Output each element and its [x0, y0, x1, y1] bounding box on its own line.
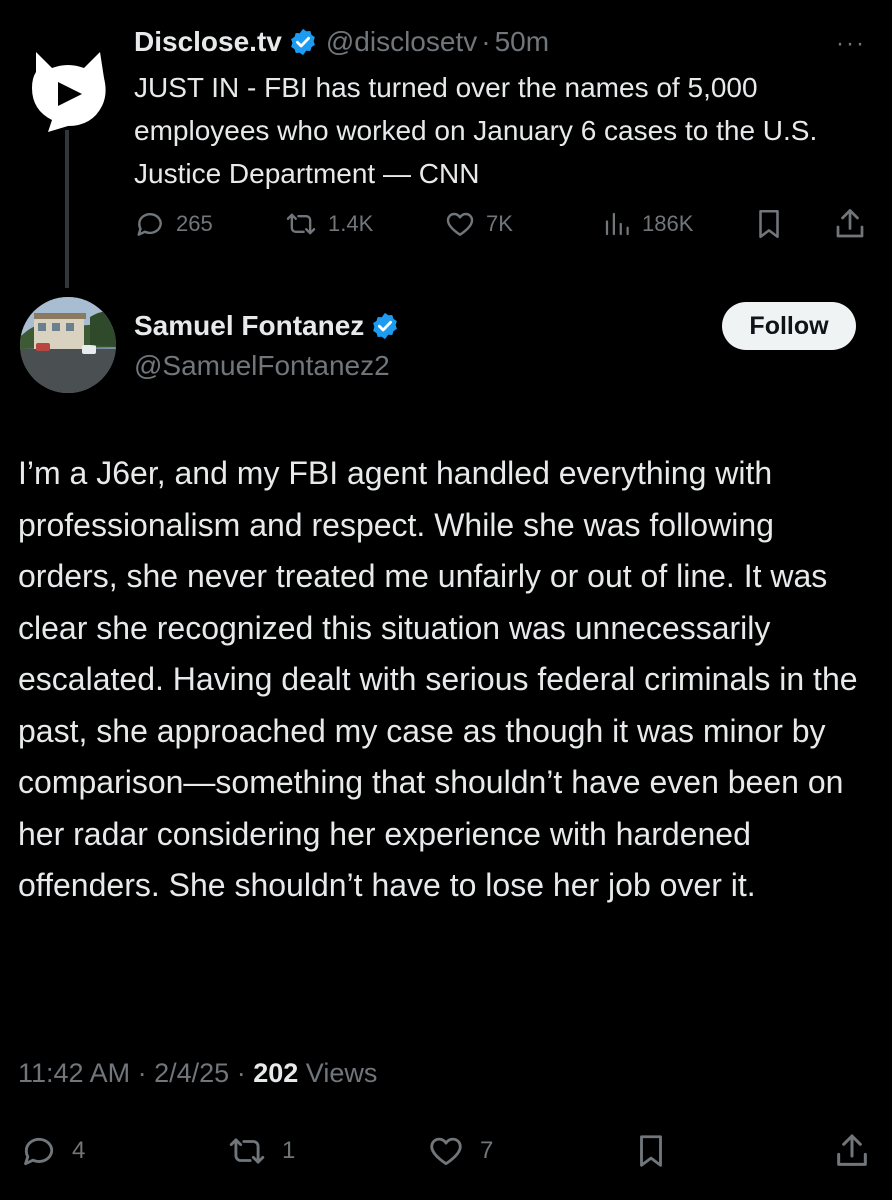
- repost-count: 1.4K: [328, 211, 374, 236]
- bookmark-button[interactable]: [632, 1130, 684, 1172]
- reply-count: 4: [72, 1137, 86, 1164]
- separator: ·: [137, 1058, 147, 1088]
- reply-button[interactable]: 4: [20, 1132, 85, 1170]
- reply-tweet-text: I’m a J6er, and my FBI agent handled eve…: [18, 455, 858, 903]
- share-button[interactable]: [832, 1130, 886, 1172]
- views-button[interactable]: 186K: [602, 208, 693, 240]
- separator: ·: [481, 26, 491, 57]
- like-count: 7: [480, 1137, 494, 1164]
- reply-author-header: Samuel Fontanez: [134, 306, 408, 346]
- separator: ·: [236, 1058, 246, 1088]
- verified-badge-icon: [370, 311, 400, 341]
- views-label: Views: [305, 1058, 378, 1088]
- views-count: 186K: [642, 211, 694, 236]
- reply-author-handle[interactable]: @SamuelFontanez2: [134, 350, 390, 382]
- share-icon: [836, 209, 864, 238]
- avatar[interactable]: [20, 297, 116, 393]
- more-icon[interactable]: ···: [836, 30, 866, 58]
- author-handle[interactable]: @disclosetv: [326, 26, 477, 58]
- bookmark-icon: [640, 1135, 662, 1167]
- repost-button[interactable]: 1.4K: [284, 208, 373, 240]
- reply-icon: [24, 1137, 54, 1166]
- reply-button[interactable]: 265: [134, 208, 213, 240]
- follow-button[interactable]: Follow: [722, 302, 856, 350]
- reply-author-name[interactable]: Samuel Fontanez: [134, 310, 364, 342]
- tweet-time[interactable]: 11:42 AM: [18, 1058, 130, 1088]
- repost-button[interactable]: 1: [226, 1132, 295, 1170]
- author-name[interactable]: Disclose.tv: [134, 26, 282, 58]
- repost-icon: [286, 213, 316, 235]
- like-icon: [446, 212, 474, 236]
- like-icon: [430, 1137, 462, 1166]
- tweet-meta: 11:42 AM · 2/4/25 · 202 Views: [18, 1058, 377, 1089]
- views-icon: [605, 212, 629, 236]
- reply-count: 265: [176, 211, 213, 236]
- disclose-logo-icon[interactable]: [18, 38, 118, 138]
- like-button[interactable]: 7K: [444, 208, 513, 240]
- parent-tweet-text: JUST IN - FBI has turned over the names …: [134, 72, 818, 189]
- tweet-date[interactable]: 2/4/25: [154, 1058, 229, 1088]
- bookmark-icon: [759, 209, 779, 239]
- thread-line: [65, 130, 69, 288]
- share-button[interactable]: [832, 206, 878, 242]
- repost-icon: [229, 1138, 265, 1164]
- tweet-time[interactable]: 50m: [495, 26, 549, 58]
- repost-count: 1: [282, 1137, 296, 1164]
- parent-header: Disclose.tv @disclosetv · 50m: [134, 22, 549, 62]
- verified-badge-icon: [288, 27, 318, 57]
- like-button[interactable]: 7: [426, 1132, 493, 1170]
- reply-icon: [137, 213, 162, 236]
- views-count: 202: [253, 1058, 299, 1088]
- share-icon: [837, 1134, 867, 1166]
- like-count: 7K: [486, 211, 513, 236]
- bookmark-button[interactable]: [752, 206, 796, 242]
